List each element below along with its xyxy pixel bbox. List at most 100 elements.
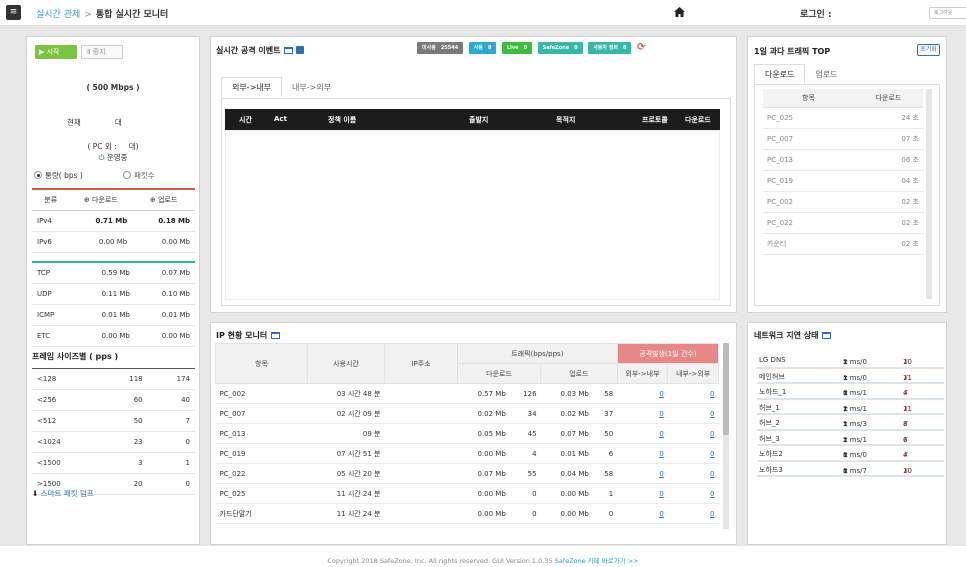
col-download: ⊕ 다운로드 <box>69 189 133 211</box>
outbound-link[interactable]: 0 <box>667 503 719 524</box>
inbound-link[interactable]: 0 <box>617 483 668 504</box>
row-upload: 0.01 Mb <box>540 443 593 464</box>
table-row[interactable]: PC_022 05 시간 20 분 0.07 Mb 55 0.04 Mb 58 0 0 <box>215 463 719 484</box>
attack-tabs: 외부->내부 내부->외부 <box>221 77 341 98</box>
outbound-link[interactable]: 0 <box>667 463 719 484</box>
start-button[interactable]: ▶ 시작 <box>35 45 77 59</box>
outbound-link[interactable]: 0 <box>667 403 719 424</box>
table-row[interactable]: PC_025 24 초 <box>763 107 923 129</box>
outbound-link[interactable]: 0 <box>667 443 719 464</box>
badge-live[interactable]: Live 0 <box>502 42 533 54</box>
reset-button[interactable]: 초기화 <box>917 44 940 56</box>
tab-download[interactable]: 다운로드 <box>754 64 806 84</box>
status-label: 운영중 <box>106 153 128 162</box>
table-row[interactable]: PC_002 03 시간 48 분 0.57 Mb 126 0.03 Mb 58 0 0 <box>215 383 719 404</box>
list-item: 허브_2 ⧗ 1 ms/3 ✗ 8 <box>757 416 944 432</box>
row-label: <1024 <box>32 431 101 453</box>
scrollbar-thumb[interactable] <box>723 343 729 435</box>
col-act: Act <box>274 115 287 123</box>
window-icon[interactable] <box>822 332 832 339</box>
stop-button[interactable]: Ⅱ 중지 <box>81 45 123 59</box>
tab-upload[interactable]: 업로드 <box>805 65 847 85</box>
row-download-pps: 126 <box>509 383 541 404</box>
row-download: 23 <box>100 431 148 453</box>
table-row[interactable]: PC_002 02 초 <box>763 191 923 213</box>
tab-inbound[interactable]: 외부->내부 <box>221 77 283 97</box>
window-icon[interactable] <box>284 47 294 54</box>
scrollbar[interactable] <box>926 89 932 299</box>
outbound-link[interactable]: 0 <box>667 483 719 504</box>
inbound-link[interactable]: 0 <box>617 403 668 424</box>
table-row[interactable]: PC_007 02 시간 09 분 0.02 Mb 34 0.02 Mb 37 0 0 <box>215 403 719 424</box>
window-icon[interactable] <box>271 332 281 339</box>
row-upload-pps: 58 <box>592 463 618 484</box>
table-row[interactable]: 카드단말기 11 시간 24 분 0.00 Mb 0 0.00 Mb 0 0 0 <box>215 503 719 524</box>
row-label: IPv4 <box>32 210 70 232</box>
table-row[interactable]: PC_019 07 시간 51 분 0.00 Mb 4 0.01 Mb 6 0 0 <box>215 443 719 464</box>
radio-packets[interactable]: 패킷수 <box>123 170 155 181</box>
logout-button[interactable]: 로그아웃 <box>929 7 966 19</box>
smart-dump-label: 스마트 패킷 덤프 <box>40 489 94 498</box>
row-upload: 0 <box>147 473 195 495</box>
outbound-link[interactable]: 0 <box>667 383 719 404</box>
table-row[interactable]: 카운터 02 초 <box>763 233 923 255</box>
col-protocol: 프로토콜 <box>642 116 668 124</box>
outbound-link[interactable]: 0 <box>667 423 719 444</box>
badge-unused[interactable]: 미사용 25544 <box>417 42 464 54</box>
table-row[interactable]: PC_013 06 초 <box>763 149 923 171</box>
badge-used[interactable]: 사용 8 <box>468 42 497 54</box>
item-count-value: 10 <box>903 358 912 366</box>
inbound-link[interactable]: 0 <box>617 443 668 464</box>
breadcrumb-parent[interactable]: 실시간 관제 <box>36 10 80 20</box>
cafe-link[interactable]: SafeZone 카페 바로가기 >> <box>555 557 639 565</box>
item-time-value: 2 ms/1 <box>843 404 867 413</box>
stop-label: 중지 <box>92 48 106 56</box>
row-download: 60 <box>100 389 148 411</box>
row-download: 0.59 Mb <box>74 262 135 284</box>
row-download: 0.00 Mb <box>69 231 133 253</box>
refresh-icon[interactable]: ⟳ <box>637 42 645 53</box>
edit-icon[interactable] <box>296 46 305 54</box>
item-name: 허브_1 <box>759 403 780 412</box>
row-time: 05 시간 20 분 <box>307 463 385 484</box>
badge-safezone[interactable]: SafeZone 0 <box>537 42 583 54</box>
pc-count: ( PC 외 : 대) <box>27 141 199 152</box>
ip-traffic-table: 분류 ⊕ 다운로드 ⊕ 업로드 IPv4 0.71 Mb 0.18 Mb IPv… <box>32 188 195 253</box>
item-time-value: 2 ms/0 <box>843 358 867 366</box>
row-download: 0.57 Mb <box>457 383 510 404</box>
footer: Copyright 2018 SafeZone, Inc. All rights… <box>0 555 966 565</box>
protocol-table: TCP 0.59 Mb 0.07 Mb UDP 0.11 Mb 0.10 Mb ICMP… <box>32 261 195 347</box>
row-upload: 0.07 Mb <box>540 423 593 444</box>
row-upload: 0.00 Mb <box>134 325 195 347</box>
menu-icon[interactable]: ≡ <box>6 5 21 20</box>
row-value: 07 초 <box>854 128 923 150</box>
inbound-link[interactable]: 0 <box>617 463 668 484</box>
inbound-link[interactable]: 0 <box>617 383 668 404</box>
badge-custom[interactable]: 사용자 정의 8 <box>588 42 632 54</box>
table-row[interactable]: PC_019 04 초 <box>763 170 923 192</box>
row-label: ETC <box>32 325 75 347</box>
row-upload-pps: 58 <box>592 383 618 404</box>
col-time: 시간 <box>239 116 252 124</box>
row-time: 02 시간 09 분 <box>307 403 385 424</box>
table-row[interactable]: PC_007 07 초 <box>763 128 923 150</box>
tab-outbound[interactable]: 내부->외부 <box>282 78 341 98</box>
row-download: 20 <box>100 473 148 495</box>
row-time: 07 시간 51 분 <box>307 443 385 464</box>
table-row[interactable]: PC_025 11 시간 24 분 0.00 Mb 0 0.00 Mb 1 0 0 <box>215 483 719 504</box>
table-row: <256 60 40 <box>32 389 195 411</box>
row-label: UDP <box>32 283 75 305</box>
row-time: 09 분 <box>307 423 385 444</box>
table-row[interactable]: PC_013 09 분 0.05 Mb 45 0.07 Mb 50 0 0 <box>215 423 719 444</box>
table-row[interactable]: PC_022 02 초 <box>763 212 923 234</box>
radio-traffic[interactable]: 통량( bps ) <box>34 170 83 181</box>
list-item: 허브_1 ⧗ 2 ms/1 ✗ 11 <box>757 401 944 417</box>
breadcrumb: 실시간 관제 > 통합 실시간 모니터 <box>36 7 168 20</box>
inbound-link[interactable]: 0 <box>617 423 668 444</box>
inbound-link[interactable]: 0 <box>617 503 668 524</box>
home-icon[interactable] <box>674 7 685 17</box>
col-traffic: 트래픽(bps/pps) <box>457 343 618 364</box>
row-ip <box>384 503 458 524</box>
list-item: 노하드3 ⧗ 0 ms/7 ✗ 10 <box>757 463 944 479</box>
smart-dump-link[interactable]: ⬇ 스마트 패킷 덤프 <box>32 488 94 499</box>
